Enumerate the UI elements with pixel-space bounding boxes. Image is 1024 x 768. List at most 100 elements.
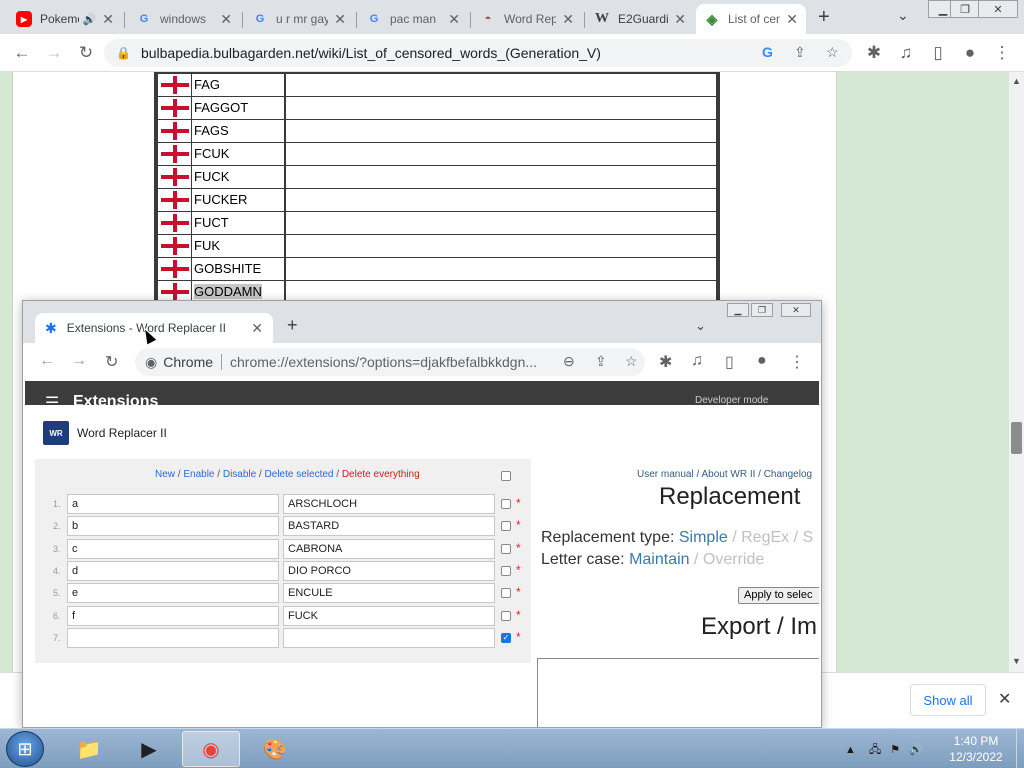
new-link[interactable]: New: [155, 469, 175, 480]
extensions-puzzle-icon[interactable]: ✱: [862, 42, 886, 64]
row-checkbox[interactable]: [501, 611, 511, 621]
speaker-icon[interactable]: 🔊: [83, 13, 97, 26]
tab-search[interactable]: G u r mr gay ✕: [244, 4, 354, 34]
back-button[interactable]: ←: [39, 352, 55, 370]
share-icon[interactable]: ⇪: [794, 44, 806, 61]
export-textarea[interactable]: [537, 658, 819, 727]
zoom-icon[interactable]: ⊖: [563, 353, 575, 370]
tab-word-replacer[interactable]: ◓ Word Replacer ✕: [472, 4, 582, 34]
replace-input[interactable]: FUCK: [283, 606, 495, 626]
row-checkbox[interactable]: [501, 566, 511, 576]
minimize-button[interactable]: ▁: [727, 303, 749, 317]
new-tab-button[interactable]: +: [818, 6, 830, 29]
delete-selected-link[interactable]: Delete selected: [265, 469, 334, 480]
media-control-icon[interactable]: ♫: [894, 42, 918, 64]
paint-icon[interactable]: 🎨: [246, 731, 304, 767]
side-panel-icon[interactable]: ▯: [725, 352, 734, 372]
show-desktop-button[interactable]: [1016, 729, 1024, 768]
row-checkbox[interactable]: [501, 544, 511, 554]
help-links[interactable]: User manual / About WR II / Changelog: [637, 469, 812, 480]
close-tab-icon[interactable]: ✕: [102, 11, 114, 28]
row-checkbox[interactable]: [501, 499, 511, 509]
google-lens-icon[interactable]: G: [762, 44, 773, 60]
start-button[interactable]: ⊞: [6, 731, 44, 767]
menu-kebab-icon[interactable]: ⋮: [789, 352, 805, 372]
case-sensitive-asterisk[interactable]: *: [516, 563, 521, 577]
close-tab-icon[interactable]: ✕: [334, 11, 346, 28]
address-bar[interactable]: 🔒 bulbapedia.bulbagarden.net/wiki/List_o…: [104, 39, 852, 67]
row-checkbox[interactable]: [501, 588, 511, 598]
restore-button[interactable]: ❐: [751, 303, 773, 317]
tab-windows[interactable]: G windows ✕: [128, 4, 240, 34]
close-tab-icon[interactable]: ✕: [220, 11, 232, 28]
bookmark-star-icon[interactable]: ☆: [625, 353, 638, 370]
close-tab-icon[interactable]: ✕: [674, 11, 686, 28]
action-center-icon[interactable]: ⚑: [890, 744, 900, 756]
close-tab-icon[interactable]: ✕: [786, 11, 798, 28]
find-input[interactable]: a: [67, 494, 279, 514]
chrome-taskbar-icon[interactable]: ◉: [182, 731, 240, 767]
type-simple-option[interactable]: Simple: [679, 529, 728, 546]
replace-input[interactable]: BASTARD: [283, 516, 495, 536]
close-tab-icon[interactable]: ✕: [562, 11, 574, 28]
page-scrollbar[interactable]: ▲ ▼: [1009, 72, 1024, 672]
reload-button[interactable]: ↻: [105, 352, 118, 372]
scroll-up-arrow-icon[interactable]: ▲: [1012, 76, 1021, 86]
tab-youtube[interactable]: ▶ Pokemon 🔊 ✕: [8, 4, 122, 34]
close-download-bar-icon[interactable]: ✕: [998, 689, 1011, 709]
clock[interactable]: 1:40 PM 12/3/2022: [936, 733, 1016, 765]
extensions-puzzle-icon[interactable]: ✱: [659, 352, 672, 372]
scroll-down-arrow-icon[interactable]: ▼: [1012, 656, 1021, 666]
tab-pacman[interactable]: G pac man ✕: [358, 4, 468, 34]
restore-button[interactable]: ❐: [950, 0, 980, 18]
network-icon[interactable]: 🖧: [869, 744, 881, 756]
side-panel-icon[interactable]: ▯: [926, 42, 950, 64]
case-sensitive-asterisk[interactable]: *: [516, 585, 521, 599]
close-window-button[interactable]: ✕: [978, 0, 1018, 18]
replace-input[interactable]: ARSCHLOCH: [283, 494, 495, 514]
apply-to-selected-button[interactable]: Apply to selec: [738, 587, 819, 604]
type-regex-option[interactable]: RegEx: [741, 529, 789, 546]
hamburger-menu-icon[interactable]: ☰: [45, 393, 59, 405]
find-input[interactable]: c: [67, 539, 279, 559]
enable-link[interactable]: Enable: [183, 469, 214, 480]
show-hidden-icons-icon[interactable]: ▲: [845, 744, 856, 756]
reload-button[interactable]: ↻: [74, 42, 98, 64]
popup-address-bar[interactable]: ◉ Chrome chrome://extensions/?options=dj…: [135, 348, 645, 376]
tab-search-dropdown-icon[interactable]: ⌄: [695, 318, 706, 334]
back-button[interactable]: ←: [10, 42, 34, 64]
select-all-checkbox[interactable]: [501, 471, 511, 481]
forward-button[interactable]: →: [71, 352, 87, 370]
case-sensitive-asterisk[interactable]: *: [516, 630, 521, 644]
forward-button[interactable]: →: [42, 42, 66, 64]
delete-everything-link[interactable]: Delete everything: [342, 469, 420, 480]
find-input[interactable]: e: [67, 583, 279, 603]
media-player-icon[interactable]: ▶: [120, 731, 178, 767]
tab-bulbapedia[interactable]: ◈ List of censored ✕: [696, 4, 806, 34]
volume-icon[interactable]: 🔊: [909, 744, 923, 756]
new-tab-button[interactable]: +: [287, 315, 298, 336]
row-checkbox-checked[interactable]: ✓: [501, 633, 511, 643]
case-sensitive-asterisk[interactable]: *: [516, 496, 521, 510]
close-tab-icon[interactable]: ✕: [251, 320, 263, 337]
profile-avatar-icon[interactable]: ●: [958, 42, 982, 64]
replace-input[interactable]: CABRONA: [283, 539, 495, 559]
replace-input[interactable]: [283, 628, 495, 648]
scrollbar-thumb[interactable]: [1011, 422, 1022, 454]
lock-icon[interactable]: 🔒: [116, 46, 131, 60]
case-sensitive-asterisk[interactable]: *: [516, 541, 521, 555]
replace-input[interactable]: ENCULE: [283, 583, 495, 603]
close-window-button[interactable]: ✕: [781, 303, 811, 317]
find-input[interactable]: d: [67, 561, 279, 581]
find-input[interactable]: b: [67, 516, 279, 536]
tab-search-dropdown-icon[interactable]: ⌄: [897, 7, 909, 24]
case-maintain-option[interactable]: Maintain: [629, 551, 689, 568]
case-override-option[interactable]: Override: [703, 551, 764, 568]
row-checkbox[interactable]: [501, 521, 511, 531]
replace-input[interactable]: DIO PORCO: [283, 561, 495, 581]
media-control-icon[interactable]: ♫: [691, 352, 703, 370]
case-sensitive-asterisk[interactable]: *: [516, 608, 521, 622]
case-sensitive-asterisk[interactable]: *: [516, 518, 521, 532]
find-input[interactable]: f: [67, 606, 279, 626]
find-input[interactable]: [67, 628, 279, 648]
